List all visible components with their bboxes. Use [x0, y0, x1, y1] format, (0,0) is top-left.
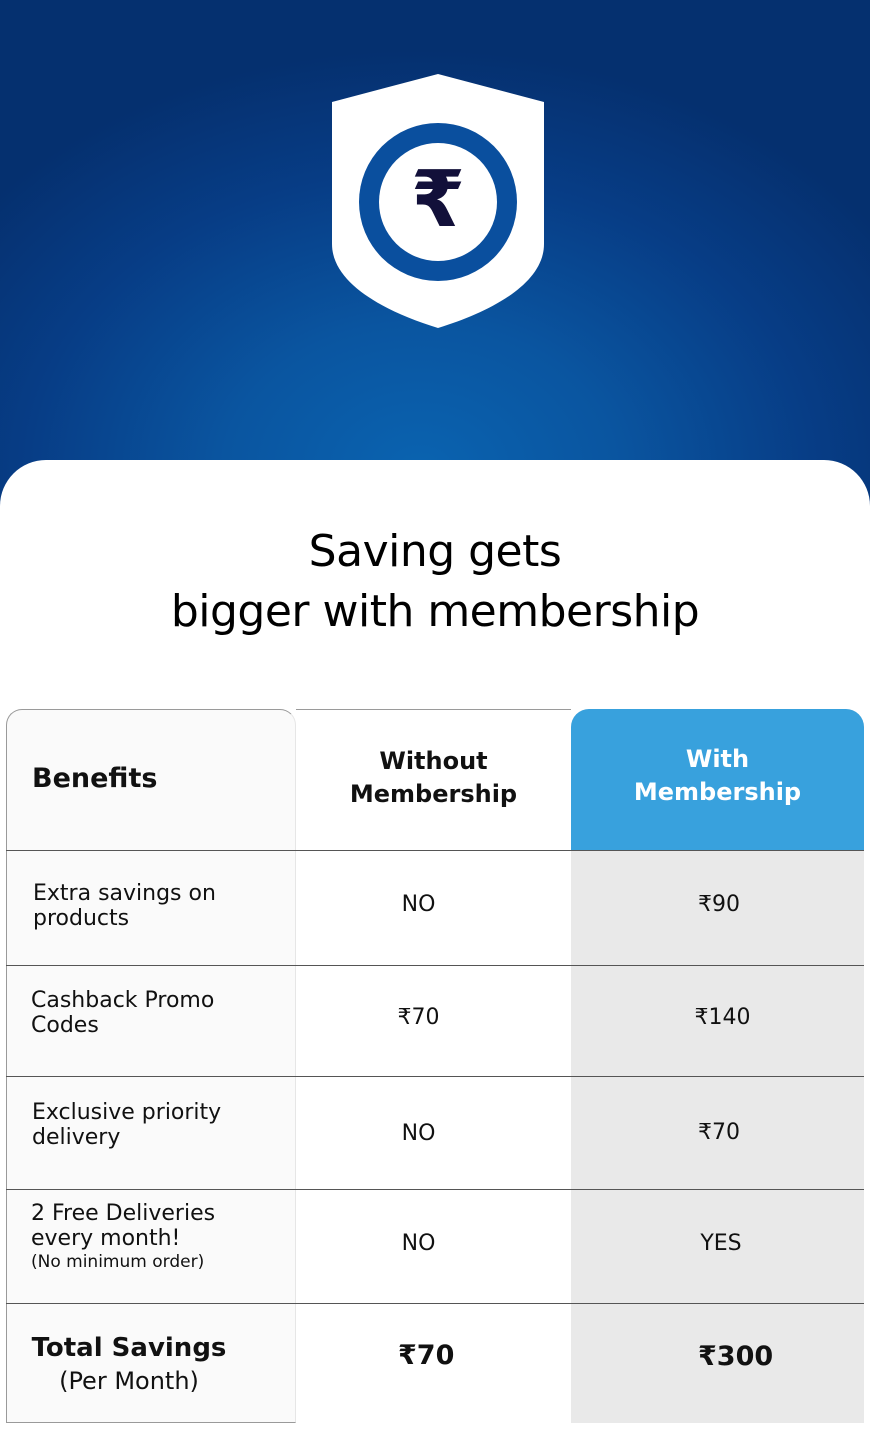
row-3-with: ₹70 [698, 1120, 740, 1145]
hero-banner: ₹ [0, 0, 870, 520]
benefit-line: every month! [31, 1226, 181, 1251]
benefit-note: (No minimum order) [31, 1252, 205, 1272]
benefit-line: 2 Free Deliveries [31, 1201, 216, 1226]
row-divider [6, 1189, 864, 1190]
benefit-extra-savings: Extra savings on products [33, 881, 216, 931]
benefit-line: delivery [32, 1125, 121, 1150]
title-line-1: Saving gets [308, 526, 562, 577]
header-with-line-2: Membership [633, 778, 802, 806]
header-benefits: Benefits [32, 763, 158, 794]
comparison-table: Benefits Without Membership With Members… [6, 709, 864, 1423]
benefit-line: Exclusive priority [32, 1100, 222, 1125]
row-3-without: NO [401, 1121, 436, 1146]
header-without-line-1: Without [379, 747, 488, 775]
benefit-line: Extra savings on [33, 881, 216, 906]
page-title: Saving gets bigger with membership [0, 522, 870, 642]
benefit-priority-delivery: Exclusive priority delivery [32, 1100, 221, 1150]
benefits-column [6, 709, 296, 1423]
header-with-line-1: With [685, 745, 750, 773]
benefit-line: Cashback Promo [31, 988, 215, 1013]
title-line-2: bigger with membership [170, 586, 700, 637]
benefit-line: Codes [31, 1013, 99, 1038]
row-2-without: ₹70 [397, 1005, 440, 1030]
total-label-sub: (Per Month) [59, 1367, 199, 1395]
total-without: ₹70 [398, 1340, 455, 1371]
row-1-without: NO [401, 892, 436, 917]
row-4-with: YES [700, 1231, 742, 1256]
total-with: ₹300 [698, 1341, 774, 1372]
rupee-symbol: ₹ [410, 155, 466, 245]
header-without-membership: Without Membership [296, 745, 571, 811]
benefit-line: products [33, 906, 130, 931]
total-savings-label: Total Savings (Per Month) [6, 1332, 252, 1398]
rupee-shield-icon: ₹ [330, 72, 546, 330]
row-4-without: NO [401, 1231, 436, 1256]
without-membership-column [296, 709, 571, 1423]
header-with-membership: With Membership [580, 743, 855, 809]
benefit-free-deliveries: 2 Free Deliveries every month! (No minim… [31, 1201, 215, 1273]
row-divider [6, 965, 864, 966]
header-without-line-2: Membership [349, 780, 518, 808]
row-2-with: ₹140 [694, 1005, 751, 1030]
total-label-main: Total Savings [31, 1333, 227, 1363]
benefit-cashback-promo: Cashback Promo Codes [31, 988, 214, 1038]
row-divider [6, 1303, 864, 1304]
row-divider [6, 1076, 864, 1077]
row-divider [6, 850, 864, 851]
row-1-with: ₹90 [698, 892, 740, 917]
